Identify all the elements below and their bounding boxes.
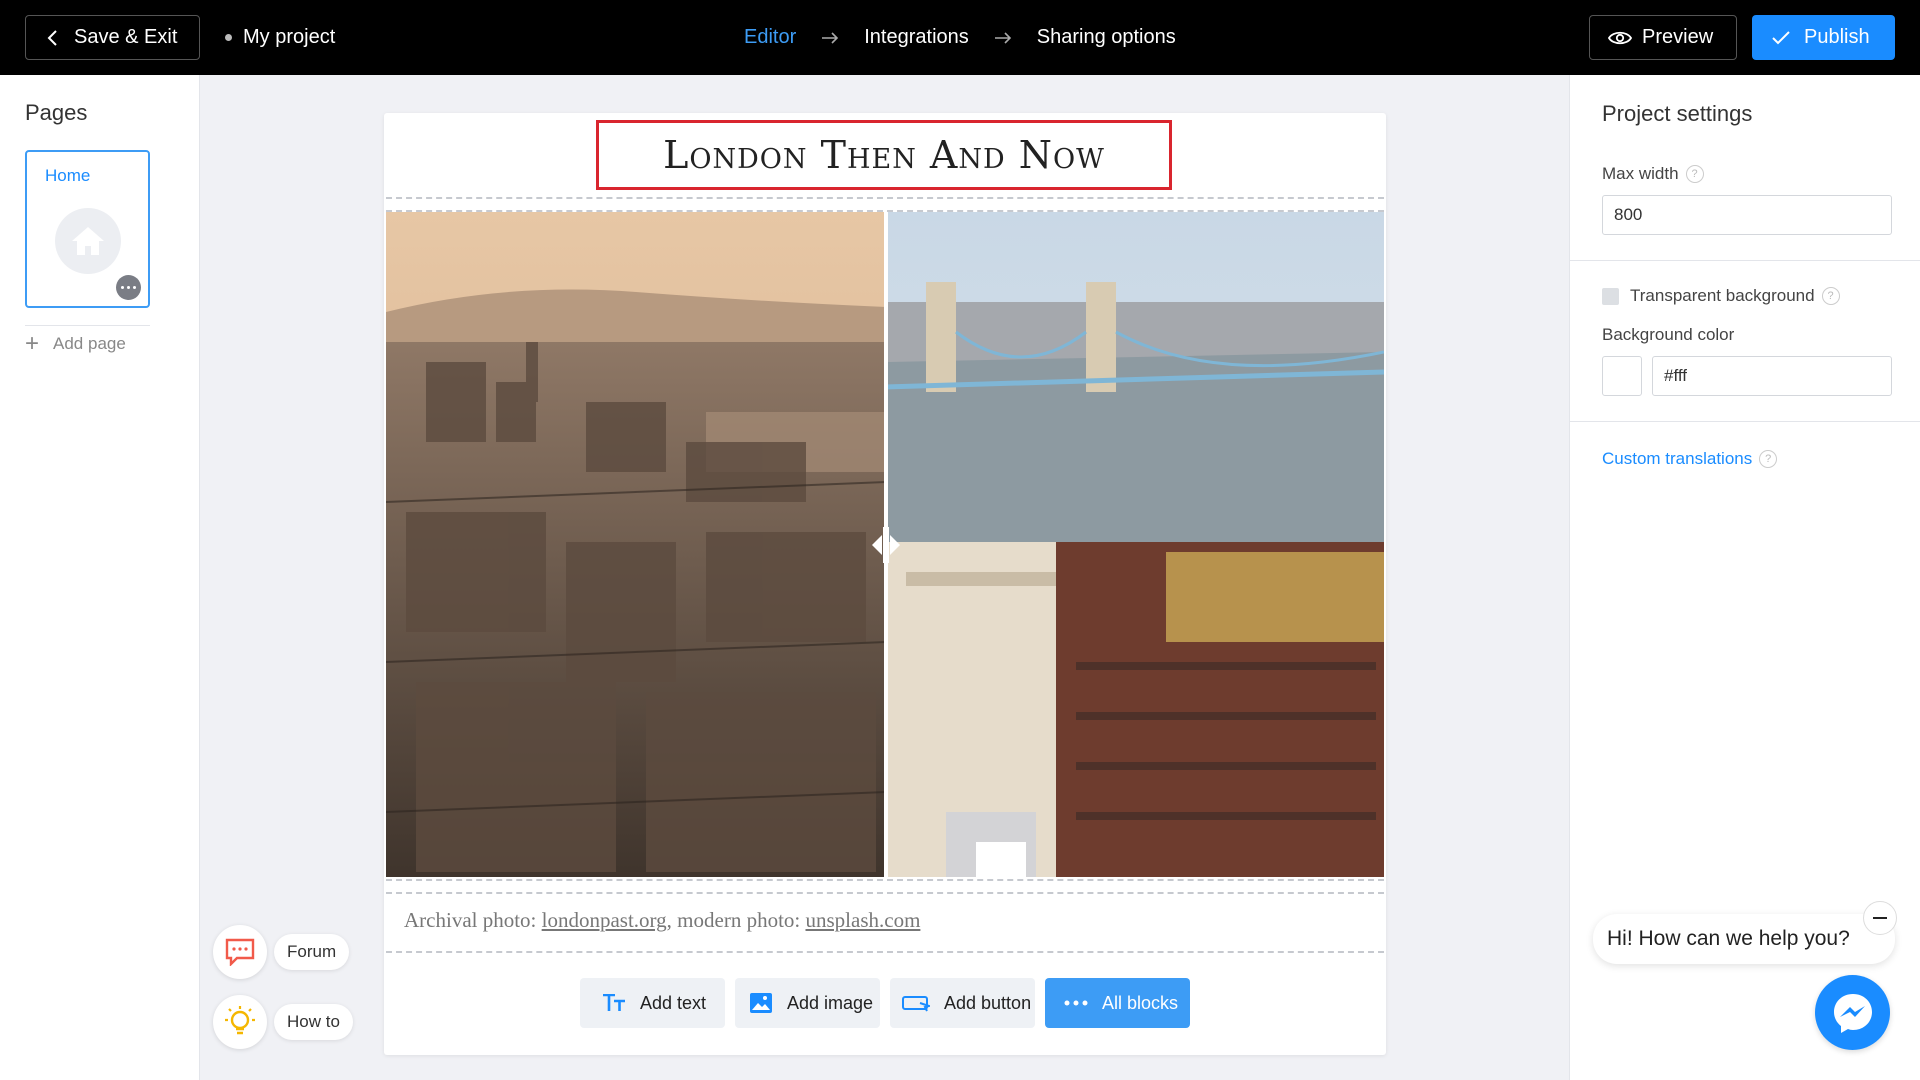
steps-nav: Editor Integrations Sharing options <box>744 0 1176 75</box>
transparent-bg-label: Transparent background <box>1630 286 1815 305</box>
block-divider <box>386 892 1384 894</box>
button-icon <box>902 996 930 1012</box>
all-blocks-button[interactable]: All blocks <box>1045 978 1190 1028</box>
help-icon[interactable]: ? <box>1759 450 1778 468</box>
chevron-left-icon <box>47 29 57 46</box>
howto-label[interactable]: How to <box>274 1004 353 1040</box>
unsaved-dot-icon <box>225 34 232 41</box>
pages-title: Pages <box>25 100 88 125</box>
modern-photo <box>886 212 1384 877</box>
minimize-icon[interactable] <box>1863 901 1897 935</box>
save-exit-button[interactable]: Save & Exit <box>25 15 200 60</box>
add-image-label: Add image <box>787 992 874 1013</box>
arrow-right-icon <box>994 31 1012 44</box>
step-integrations[interactable]: Integrations <box>864 26 969 49</box>
pages-sidebar: Pages Home + Add page <box>0 75 200 1080</box>
caption-prefix: Archival photo: <box>404 908 542 932</box>
eye-icon <box>1608 31 1632 44</box>
check-icon <box>1772 30 1790 44</box>
text-icon <box>603 994 625 1011</box>
block-divider <box>386 197 1384 199</box>
custom-translations-link[interactable]: Custom translations ? <box>1602 449 1778 469</box>
custom-translations-label: Custom translations <box>1602 449 1753 468</box>
max-width-label: Max width <box>1602 164 1679 183</box>
add-page-label: Add page <box>53 334 126 353</box>
top-bar: Save & Exit My project Editor Integratio… <box>0 0 1920 75</box>
max-width-label-row: Max width ? <box>1602 164 1704 184</box>
bg-color-swatch[interactable] <box>1602 356 1642 396</box>
plus-icon: + <box>25 330 40 357</box>
page-title: London Then And Now <box>663 133 1105 177</box>
home-icon <box>55 208 121 274</box>
add-image-button[interactable]: Add image <box>735 978 880 1028</box>
block-divider <box>386 879 1384 881</box>
lightbulb-icon <box>225 1006 255 1035</box>
preview-button[interactable]: Preview <box>1589 15 1737 60</box>
messenger-icon[interactable] <box>1815 975 1890 1050</box>
add-button-button[interactable]: Add button <box>890 978 1035 1028</box>
page-card-label: Home <box>45 166 91 185</box>
publish-button[interactable]: Publish <box>1752 15 1895 60</box>
step-editor[interactable]: Editor <box>744 26 796 49</box>
forum-fab[interactable] <box>213 925 267 979</box>
add-text-button[interactable]: Add text <box>580 978 725 1028</box>
help-icon[interactable]: ? <box>1821 287 1840 305</box>
project-name[interactable]: My project <box>225 0 335 75</box>
title-block[interactable]: London Then And Now <box>596 120 1172 190</box>
caption-link-unsplash[interactable]: unsplash.com <box>806 908 921 932</box>
chat-prompt[interactable]: Hi! How can we help you? <box>1593 914 1895 964</box>
max-width-input[interactable]: 800 <box>1602 195 1892 235</box>
divider <box>1570 421 1920 422</box>
chat-icon <box>225 938 255 966</box>
bg-color-input[interactable]: #fff <box>1652 356 1892 396</box>
split-handle-icon[interactable] <box>856 522 916 568</box>
bg-color-label: Background color <box>1602 325 1735 344</box>
caption-link-londonpast[interactable]: londonpast.org <box>542 908 667 932</box>
howto-fab[interactable] <box>213 995 267 1049</box>
archival-photo <box>386 212 886 877</box>
step-sharing-options[interactable]: Sharing options <box>1037 26 1176 49</box>
block-divider <box>386 951 1384 953</box>
add-page-button[interactable]: + Add page <box>25 332 126 356</box>
divider <box>25 325 150 326</box>
transparent-bg-row[interactable]: Transparent background ? <box>1602 286 1840 306</box>
caption-mid: , modern photo: <box>666 908 806 932</box>
preview-label: Preview <box>1642 26 1714 48</box>
arrow-right-icon <box>821 31 839 44</box>
help-icon[interactable]: ? <box>1685 165 1704 183</box>
image-icon <box>750 993 772 1013</box>
before-after-slider[interactable] <box>386 212 1384 877</box>
forum-label[interactable]: Forum <box>274 934 350 970</box>
more-icon[interactable] <box>116 275 141 300</box>
add-button-label: Add button <box>944 992 1032 1013</box>
photo-caption: Archival photo: londonpast.org, modern p… <box>404 908 920 933</box>
divider <box>1570 260 1920 261</box>
transparent-bg-checkbox[interactable] <box>1602 287 1619 305</box>
all-blocks-label: All blocks <box>1102 992 1179 1013</box>
save-exit-label: Save & Exit <box>74 26 178 48</box>
settings-title: Project settings <box>1602 101 1753 126</box>
publish-label: Publish <box>1804 26 1870 48</box>
page-card-home[interactable]: Home <box>25 150 150 308</box>
project-name-label: My project <box>243 26 336 48</box>
dots-icon <box>1064 1000 1088 1006</box>
add-text-label: Add text <box>640 992 707 1013</box>
